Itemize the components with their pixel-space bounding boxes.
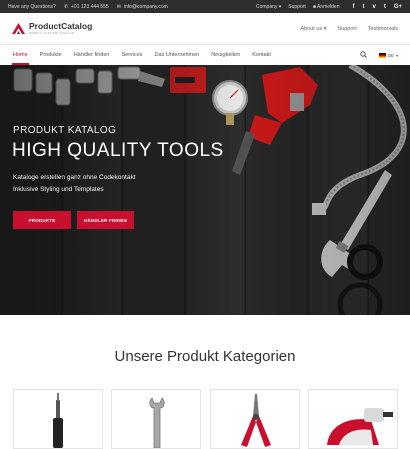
nav-item-services[interactable]: Services xyxy=(121,52,142,58)
logo-mark-icon xyxy=(12,23,25,34)
support-link[interactable]: Support xyxy=(288,4,306,10)
hero-subtitle: PRODUKT KATALOG xyxy=(13,125,117,136)
logo-title: ProductCatalog xyxy=(29,21,93,31)
hero-title: HIGH QUALITY TOOLS xyxy=(12,140,224,161)
login-link[interactable]: ■ Anmelden xyxy=(313,4,340,10)
contact-question: Have any Questions? xyxy=(8,4,56,10)
header-nav-about[interactable]: About us ▾ xyxy=(300,26,326,32)
nav-item-kontakt[interactable]: Kontakt xyxy=(252,52,271,58)
categories-title: Unsere Produkt Kategorien xyxy=(114,348,296,365)
nav-item-haendler[interactable]: Händler finden xyxy=(74,52,110,58)
chevron-down-icon: ▾ xyxy=(323,26,327,32)
pliers-icon xyxy=(241,394,271,447)
about-label: About us xyxy=(300,26,323,32)
email-link[interactable]: ✉ info@company.com xyxy=(117,4,168,10)
vimeo-icon[interactable]: v xyxy=(372,4,375,10)
header-nav-testimonials[interactable]: Testimonials xyxy=(368,26,398,32)
top-bar: Have any Questions? ✆ +01 123 444 555 ✉ … xyxy=(0,0,410,13)
category-card-screwdriver[interactable] xyxy=(13,389,103,449)
twitter-icon[interactable]: t xyxy=(362,4,364,10)
screwdriver-icon xyxy=(53,393,63,448)
facebook-icon[interactable]: f xyxy=(352,4,354,10)
nav-item-produkte[interactable]: Produkte xyxy=(40,52,62,58)
login-label: Anmelden xyxy=(316,3,340,10)
hero-description: Kataloge erstellen ganz ohne Codekontakt… xyxy=(13,172,136,196)
question-label: Have any Questions? xyxy=(8,3,56,10)
hero-description-line: Inklusive Styling und Templates xyxy=(13,186,104,193)
main-nav: Home Produkte Händler finden Services Da… xyxy=(0,46,410,65)
language-label: DE xyxy=(387,53,394,58)
category-card-wrench[interactable] xyxy=(111,389,201,449)
nav-item-home[interactable]: Home xyxy=(12,52,29,65)
company-menu-label: Company xyxy=(255,3,278,10)
google-plus-icon[interactable]: G+ xyxy=(394,4,402,10)
nav-item-neuigkeiten[interactable]: Neuigkeiten xyxy=(211,52,240,58)
category-card-power-tool[interactable] xyxy=(308,389,398,449)
phone-link[interactable]: ✆ +01 123 444 555 xyxy=(64,4,109,10)
header-nav: About us ▾ Support Testimonials xyxy=(300,26,398,32)
email-address: info@company.com xyxy=(123,3,168,10)
chevron-down-icon: ▾ xyxy=(395,53,398,58)
category-card-pliers[interactable] xyxy=(210,389,300,449)
email-icon: ✉ xyxy=(116,3,121,10)
logo-tagline: SIMPLY CUSTOM CATALOG xyxy=(29,31,75,35)
power-tool-icon xyxy=(327,408,393,445)
tumblr-icon[interactable]: t xyxy=(384,4,386,10)
phone-number: +01 123 444 555 xyxy=(71,3,109,10)
phone-icon: ✆ xyxy=(63,3,69,10)
header-nav-support[interactable]: Support xyxy=(337,26,356,32)
social-links: f t v t G+ xyxy=(352,4,402,10)
chevron-down-icon: ▾ xyxy=(278,3,282,10)
nav-item-unternehmen[interactable]: Das Unternehmen xyxy=(155,52,200,58)
company-menu[interactable]: Company ▾ xyxy=(256,4,281,10)
user-icon: ■ xyxy=(312,3,316,10)
products-button[interactable]: PRODUKTE xyxy=(13,211,71,229)
search-icon[interactable] xyxy=(360,51,367,60)
wrench-icon xyxy=(149,397,165,448)
find-dealer-button[interactable]: HÄNDLER FINDEN xyxy=(77,211,134,229)
hero-description-line: Kataloge erstellen ganz ohne Codekontakt xyxy=(13,174,136,181)
language-switcher[interactable]: DE ▾ xyxy=(378,53,398,58)
flag-icon xyxy=(378,53,386,58)
site-header: ProductCatalog SIMPLY CUSTOM CATALOG Abo… xyxy=(0,13,410,45)
logo[interactable]: ProductCatalog SIMPLY CUSTOM CATALOG xyxy=(12,22,92,35)
